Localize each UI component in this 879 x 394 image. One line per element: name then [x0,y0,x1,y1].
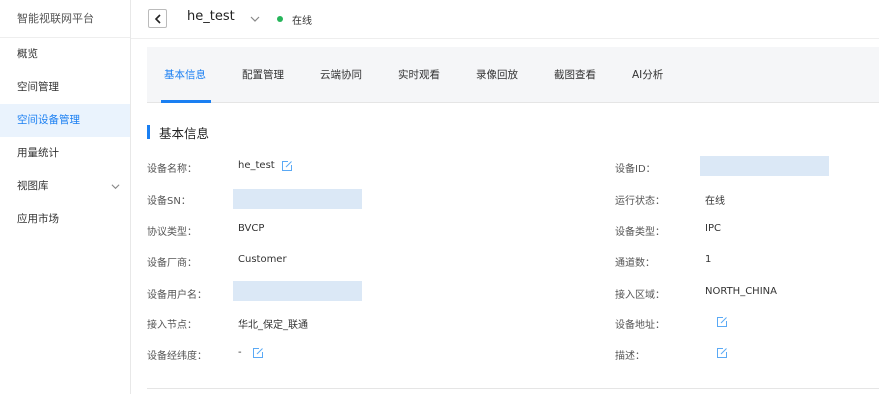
label-protocol: 协议类型： [147,227,197,238]
value-coords: - [238,347,242,358]
label-run-status: 运行状态： [615,196,665,207]
label-channels: 通道数： [615,258,655,269]
edit-icon[interactable] [252,347,264,359]
app-title: 智能视联网平台 [0,0,130,38]
sidebar-item-view-library[interactable]: 视图库 [0,170,130,203]
tab-screenshots[interactable]: 截图查看 [554,67,596,82]
sidebar-item-label: 视图库 [17,180,49,192]
sidebar-item-space-management[interactable]: 空间管理 [0,71,130,104]
label-access-node: 接入节点： [147,320,197,331]
edit-icon[interactable] [716,347,728,359]
sidebar: 智能视联网平台 概览 空间管理 空间设备管理 用量统计 视图库 应用市场 [0,0,131,394]
status-text: 在线 [292,16,312,27]
edit-icon[interactable] [716,316,728,328]
section-title: 基本信息 [147,124,210,141]
label-device-id: 设备ID： [615,164,656,175]
value-protocol: BVCP [238,223,265,234]
tab-config-management[interactable]: 配置管理 [242,67,284,82]
active-tab-indicator [161,100,211,103]
value-device-name: he_test [238,160,275,171]
section-accent-bar [147,125,150,139]
chevron-left-icon [154,13,161,24]
value-access-node: 华北_保定_联通 [238,320,308,331]
section-label: 基本信息 [159,125,210,141]
sidebar-item-app-market[interactable]: 应用市场 [0,203,130,236]
value-vendor: Customer [238,254,287,265]
label-username: 设备用户名： [147,290,207,301]
edit-icon[interactable] [281,160,293,172]
label-device-sn: 设备SN： [147,196,191,207]
label-vendor: 设备厂商： [147,258,197,269]
sidebar-item-space-device-management[interactable]: 空间设备管理 [0,104,130,137]
redacted-username [233,281,362,301]
label-region: 接入区域： [615,290,665,301]
value-channels: 1 [705,254,712,265]
label-address: 设备地址： [615,320,665,331]
value-run-status: 在线 [705,196,725,207]
tab-live-view[interactable]: 实时观看 [398,67,440,82]
value-device-type: IPC [705,223,721,234]
divider [147,388,879,389]
tab-playback[interactable]: 录像回放 [476,67,518,82]
label-device-name: 设备名称： [147,164,197,175]
tab-bar: 基本信息 配置管理 云端协同 实时观看 录像回放 截图查看 AI分析 [147,47,879,103]
status-dot [277,16,283,22]
chevron-down-icon [111,184,120,190]
chevron-down-icon[interactable] [250,14,260,24]
device-title: he_test [187,9,235,24]
sidebar-item-overview[interactable]: 概览 [0,38,130,71]
page-header: he_test 在线 [131,0,879,39]
value-region: NORTH_CHINA [705,286,777,297]
label-description: 描述： [615,351,645,362]
tab-cloud-collaboration[interactable]: 云端协同 [320,67,362,82]
label-coords: 设备经纬度： [147,351,207,362]
tab-basic-info[interactable]: 基本信息 [164,67,206,82]
redacted-device-sn [233,189,362,209]
tab-ai-analysis[interactable]: AI分析 [632,67,663,82]
redacted-device-id [700,156,829,176]
back-button[interactable] [148,9,167,28]
label-device-type: 设备类型： [615,227,665,238]
sidebar-item-usage-stats[interactable]: 用量统计 [0,137,130,170]
